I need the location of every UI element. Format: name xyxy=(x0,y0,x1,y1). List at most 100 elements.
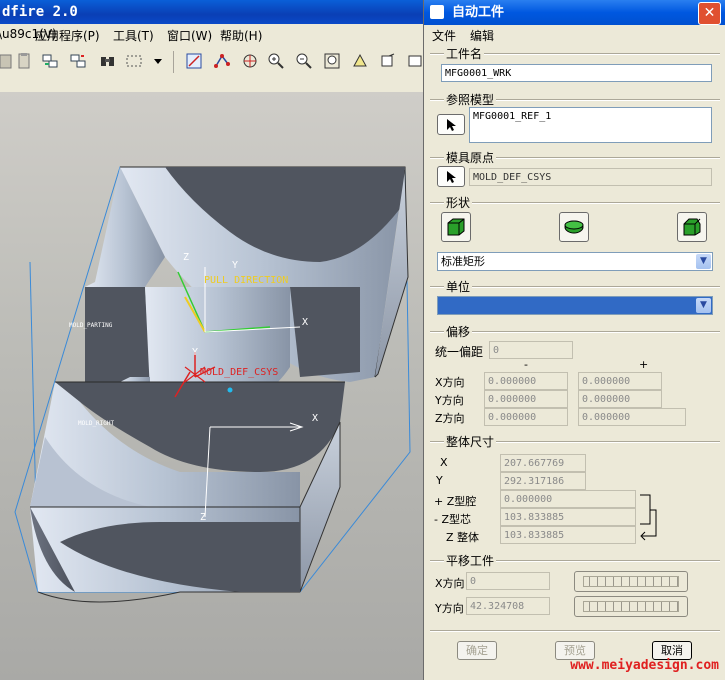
menu-window[interactable]: 窗口(W) xyxy=(167,27,212,44)
dialog-menu-file[interactable]: 文件 xyxy=(432,27,456,44)
offset-x-plus-input[interactable]: 0.000000 xyxy=(578,372,662,390)
shape-select[interactable]: 标准矩形 ▼ xyxy=(437,252,713,271)
z-total-input[interactable]: 103.833885 xyxy=(500,526,636,544)
offset-z-minus-input[interactable]: 0.000000 xyxy=(484,408,568,426)
close-button[interactable]: ✕ xyxy=(698,2,721,25)
uniform-offset-label: 统一偏距 xyxy=(435,345,484,359)
shape-select-value: 标准矩形 xyxy=(441,255,485,268)
axis-z2-label: Z xyxy=(200,512,207,523)
dialog-titlebar: 自动工件 ✕ xyxy=(424,0,725,25)
translate-y-thumbwheel[interactable] xyxy=(574,596,688,617)
z-total-label: Z 整体 xyxy=(446,531,480,544)
auto-workpiece-dialog: 自动工件 ✕ 文件 编辑 工件名 MFG0001_WRK 参照模型 MFG000… xyxy=(423,0,725,680)
mold-origin-field[interactable]: MOLD_DEF_CSYS xyxy=(469,168,712,186)
translate-label: 平移工件 xyxy=(444,552,497,569)
offset-y-minus-input[interactable]: 0.000000 xyxy=(484,390,568,408)
translate-y-label: Y方向 xyxy=(435,602,464,615)
units-label: 单位 xyxy=(444,278,473,295)
spin-center-icon[interactable] xyxy=(240,51,260,71)
select-reference-button[interactable] xyxy=(437,114,465,135)
cursor-arrow-icon xyxy=(447,118,456,131)
uniform-offset-input[interactable]: 0 xyxy=(489,341,573,359)
zoom-out-icon[interactable] xyxy=(294,51,314,71)
offset-y-plus-input[interactable]: 0.000000 xyxy=(578,390,662,408)
menu-tools[interactable]: 工具(T) xyxy=(113,27,154,44)
z-cavity-input[interactable]: 0.000000 xyxy=(500,490,636,508)
z-core-input[interactable]: 103.833885 xyxy=(500,508,636,526)
offset-x-minus-input[interactable]: 0.000000 xyxy=(484,372,568,390)
app-icon xyxy=(430,5,444,19)
regenerate-icon[interactable] xyxy=(40,51,60,71)
mold-origin-label: 模具原点 xyxy=(444,149,497,166)
axis-y-label: Y xyxy=(232,260,239,271)
csys-label: MOLD_DEF_CSYS xyxy=(200,367,279,378)
offset-x-label: X方向 xyxy=(435,376,465,389)
refit-icon[interactable] xyxy=(322,51,342,71)
view-manager-icon[interactable] xyxy=(405,51,425,71)
chevron-down-icon[interactable]: ▼ xyxy=(696,298,711,313)
shape-box-button[interactable] xyxy=(441,212,471,242)
repaint-icon[interactable] xyxy=(350,51,370,71)
app-root: dfire 2.0 \u89c1(V) 应用程序(P) 工具(T) 窗口(W) … xyxy=(0,0,725,680)
model-viewport[interactable]: PULL DIRECTION MOLD_DEF_CSYS Z Y X X Y Z… xyxy=(0,92,423,680)
menu-applications[interactable]: 应用程序(P) xyxy=(35,27,100,44)
main-menubar: \u89c1(V) 应用程序(P) 工具(T) 窗口(W) 帮助(H) xyxy=(0,24,430,46)
select-origin-button[interactable] xyxy=(437,166,465,187)
offset-z-plus-input[interactable]: 0.000000 xyxy=(578,408,686,426)
shape-cylinder-button[interactable] xyxy=(559,212,589,242)
model-graphic xyxy=(14,166,411,603)
box-shape-icon xyxy=(447,218,465,236)
overall-x-input[interactable]: 207.667769 xyxy=(500,454,586,472)
translate-x-thumbwheel[interactable] xyxy=(574,571,688,592)
regen-manager-icon[interactable] xyxy=(68,51,88,71)
section-divider xyxy=(430,331,720,333)
axis-y2-label: Y xyxy=(192,347,199,358)
dialog-menubar: 文件 编辑 xyxy=(424,25,725,43)
offset-z-label: Z方向 xyxy=(435,412,465,425)
chevron-down-icon[interactable]: ▼ xyxy=(696,254,711,269)
offset-plus-label: + xyxy=(639,358,649,371)
cylinder-shape-icon xyxy=(564,220,584,234)
sum-bracket-icon xyxy=(640,494,657,541)
select-box-icon[interactable] xyxy=(124,51,144,71)
shape-custom-button[interactable] xyxy=(677,212,707,242)
translate-x-input[interactable]: 0 xyxy=(466,572,550,590)
menu-help[interactable]: 帮助(H) xyxy=(220,27,262,44)
section-divider xyxy=(430,202,720,204)
axis-x-label: X xyxy=(302,317,309,328)
paste-special-icon[interactable] xyxy=(14,51,34,71)
zoom-in-icon[interactable] xyxy=(266,51,286,71)
orient-icon[interactable] xyxy=(184,51,204,71)
chevron-down-icon[interactable] xyxy=(148,51,168,71)
sketch-tool-icon[interactable] xyxy=(212,51,232,71)
watermark-text: www.meiyadesign.com xyxy=(570,658,719,673)
saved-views-icon[interactable] xyxy=(378,51,398,71)
find-icon[interactable] xyxy=(98,51,118,71)
main-toolbar xyxy=(0,46,430,79)
offset-label: 偏移 xyxy=(444,323,473,340)
ok-button[interactable]: 确定 xyxy=(457,641,497,660)
overall-x-label: X xyxy=(440,456,448,469)
offset-y-label: Y方向 xyxy=(435,394,464,407)
overall-size-label: 整体尺寸 xyxy=(444,433,497,450)
reference-model-label: 参照模型 xyxy=(444,91,497,108)
translate-y-input[interactable]: 42.324708 xyxy=(466,597,550,615)
section-divider xyxy=(430,630,720,632)
main-titlebar: dfire 2.0 xyxy=(0,0,430,24)
reference-model-field[interactable]: MFG0001_REF_1 xyxy=(469,107,712,143)
axis-x2-label: X xyxy=(312,413,319,424)
z-core-label: - Z型芯 xyxy=(434,513,472,526)
offset-minus-label: - xyxy=(524,358,528,371)
toolbar-separator xyxy=(173,51,174,73)
units-select[interactable]: ▼ xyxy=(437,296,713,315)
shape-label: 形状 xyxy=(444,194,473,211)
translate-x-label: X方向 xyxy=(435,577,465,590)
main-title: dfire 2.0 xyxy=(2,4,78,20)
dialog-menu-edit[interactable]: 编辑 xyxy=(470,27,494,44)
axis-z-label: Z xyxy=(183,252,190,263)
overall-y-input[interactable]: 292.317186 xyxy=(500,472,586,490)
datum-label-2: MOLD_RIGHT xyxy=(78,420,115,427)
custom-shape-icon xyxy=(683,218,701,236)
dialog-title: 自动工件 xyxy=(452,5,505,20)
workpiece-name-input[interactable]: MFG0001_WRK xyxy=(441,64,712,82)
